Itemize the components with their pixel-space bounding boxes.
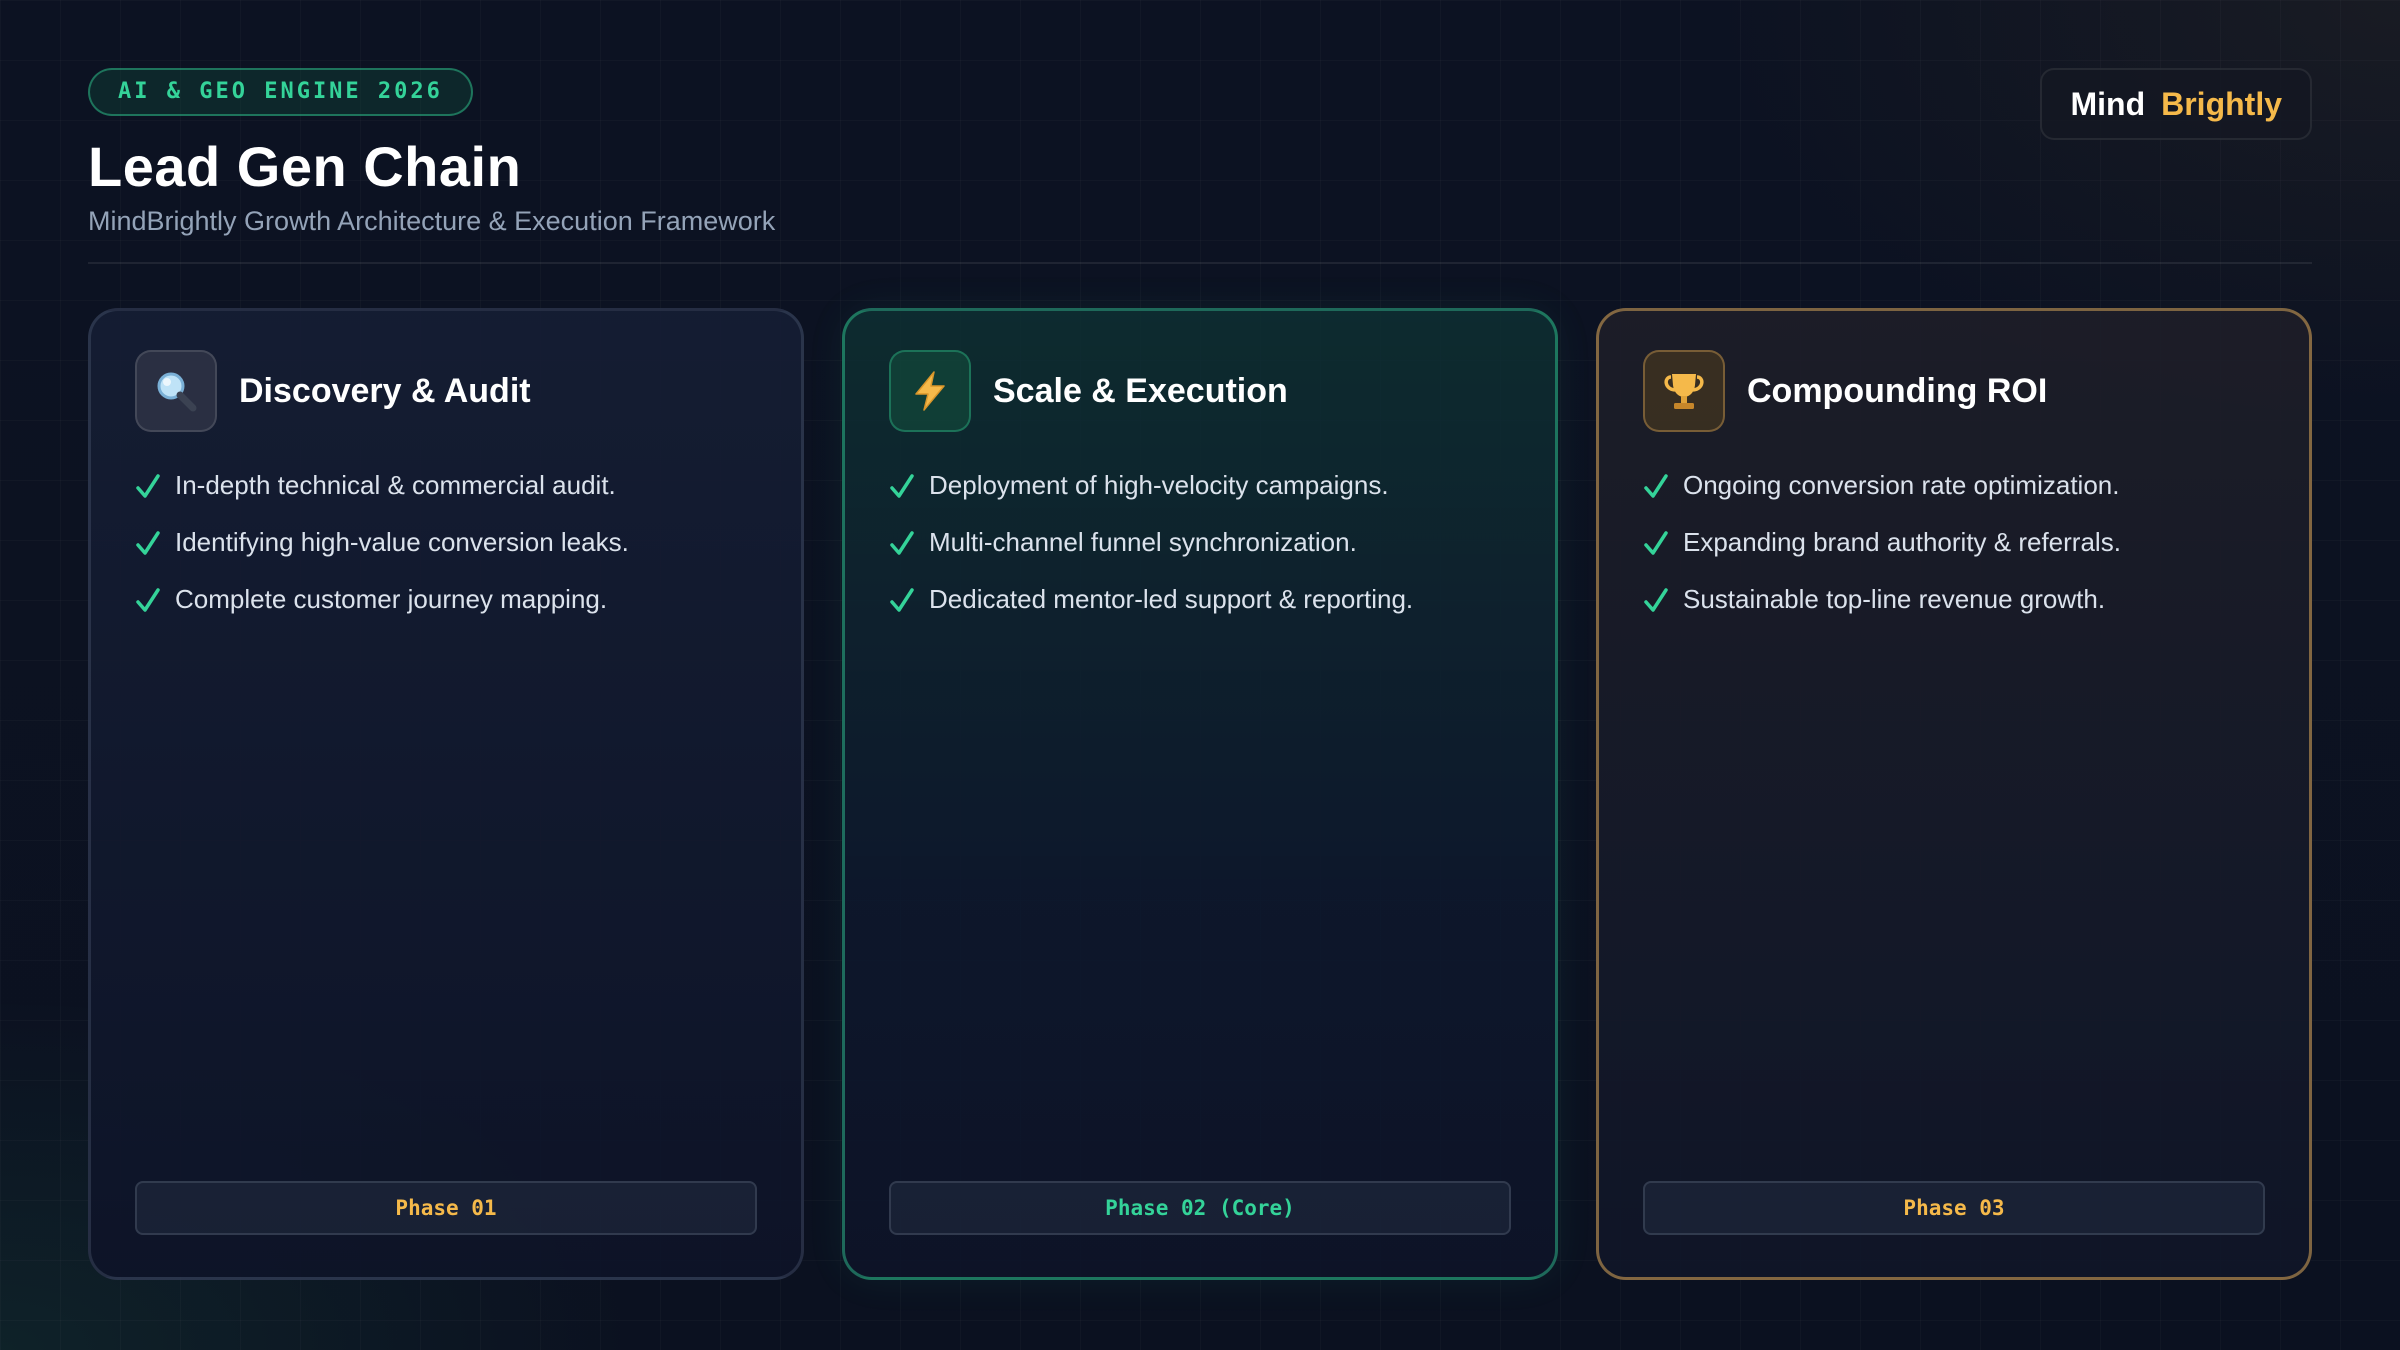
- list-item: Deployment of high-velocity campaigns.: [889, 457, 1511, 514]
- list-item-text: Multi-channel funnel synchronization.: [929, 527, 1357, 557]
- check-icon: [136, 530, 160, 555]
- engine-badge: AI & GEO ENGINE 2026: [88, 68, 473, 116]
- check-icon: [1644, 587, 1668, 612]
- check-icon: [890, 473, 914, 498]
- page-header: AI & GEO ENGINE 2026 Lead Gen Chain Mind…: [88, 68, 2312, 264]
- check-icon: [136, 587, 160, 612]
- magnifying-glass-icon: [135, 350, 217, 432]
- feature-list: Ongoing conversion rate optimization. Ex…: [1643, 457, 2265, 628]
- check-icon: [890, 587, 914, 612]
- list-item-text: Sustainable top-line revenue growth.: [1683, 584, 2106, 614]
- check-icon: [1644, 530, 1668, 555]
- card-header: Compounding ROI: [1643, 350, 2265, 432]
- card-scale-execution: Scale & Execution Deployment of high-vel…: [842, 308, 1558, 1280]
- list-item: Expanding brand authority & referrals.: [1643, 514, 2265, 571]
- phase-label: Phase 01: [135, 1181, 757, 1235]
- trophy-icon: [1643, 350, 1725, 432]
- header-divider: [88, 262, 2312, 264]
- card-title: Discovery & Audit: [239, 371, 531, 410]
- lightning-bolt-icon: [889, 350, 971, 432]
- list-item-text: Identifying high-value conversion leaks.: [175, 527, 629, 557]
- card-title: Scale & Execution: [993, 371, 1288, 410]
- phase-label: Phase 03: [1643, 1181, 2265, 1235]
- list-item-text: In-depth technical & commercial audit.: [175, 470, 616, 500]
- check-icon: [1644, 473, 1668, 498]
- list-item: Sustainable top-line revenue growth.: [1643, 571, 2265, 628]
- brand-name-part2: Brightly: [2161, 85, 2282, 122]
- check-icon: [890, 530, 914, 555]
- list-item: Dedicated mentor-led support & reporting…: [889, 571, 1511, 628]
- card-title: Compounding ROI: [1747, 371, 2048, 410]
- card-header: Scale & Execution: [889, 350, 1511, 432]
- list-item-text: Complete customer journey mapping.: [175, 584, 608, 614]
- brand-name-part1: Mind: [2070, 85, 2146, 122]
- card-discovery-audit: Discovery & Audit In-depth technical & c…: [88, 308, 804, 1280]
- list-item: Ongoing conversion rate optimization.: [1643, 457, 2265, 514]
- list-item-text: Dedicated mentor-led support & reporting…: [929, 584, 1414, 614]
- list-item: Multi-channel funnel synchronization.: [889, 514, 1511, 571]
- list-item-text: Ongoing conversion rate optimization.: [1683, 470, 2120, 500]
- list-item: In-depth technical & commercial audit.: [135, 457, 757, 514]
- card-header: Discovery & Audit: [135, 350, 757, 432]
- brand-logo: Mind Brightly: [2040, 68, 2312, 140]
- feature-list: Deployment of high-velocity campaigns. M…: [889, 457, 1511, 628]
- feature-list: In-depth technical & commercial audit. I…: [135, 457, 757, 628]
- phase-label: Phase 02 (Core): [889, 1181, 1511, 1235]
- phase-cards: Discovery & Audit In-depth technical & c…: [88, 308, 2312, 1280]
- list-item: Complete customer journey mapping.: [135, 571, 757, 628]
- card-compounding-roi: Compounding ROI Ongoing conversion rate …: [1596, 308, 2312, 1280]
- list-item: Identifying high-value conversion leaks.: [135, 514, 757, 571]
- check-icon: [136, 473, 160, 498]
- page-title: Lead Gen Chain: [88, 135, 522, 198]
- page-subtitle: MindBrightly Growth Architecture & Execu…: [88, 206, 776, 236]
- list-item-text: Deployment of high-velocity campaigns.: [929, 470, 1389, 500]
- list-item-text: Expanding brand authority & referrals.: [1683, 527, 2121, 557]
